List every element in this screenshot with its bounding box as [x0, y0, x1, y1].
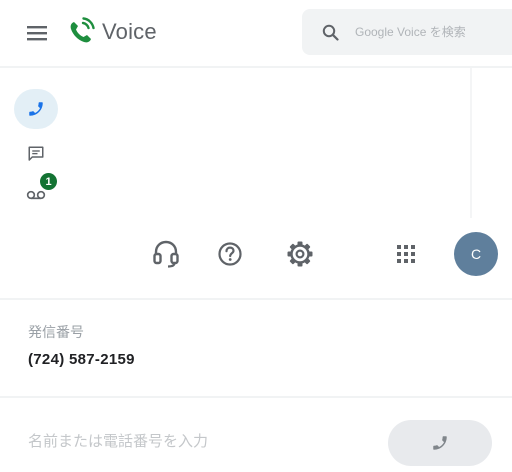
voicemail-badge: 1 — [40, 173, 57, 190]
account-avatar[interactable]: C — [454, 232, 498, 276]
main-menu-button[interactable] — [22, 20, 52, 46]
support-icon — [153, 240, 179, 268]
nav-messages[interactable] — [14, 136, 58, 172]
hamburger-menu-icon — [27, 26, 47, 41]
call-button[interactable] — [388, 420, 492, 466]
voice-logo[interactable]: Voice — [66, 14, 157, 50]
nav-voicemail[interactable]: 1 — [14, 170, 58, 206]
apps-button[interactable] — [386, 234, 426, 274]
nav-calls[interactable] — [14, 89, 58, 129]
settings-button[interactable] — [280, 234, 320, 274]
search-icon — [322, 24, 339, 41]
settings-icon — [287, 241, 313, 267]
phone-icon — [433, 436, 447, 450]
voice-logo-icon — [70, 17, 95, 43]
google-voice-app: Voice 1 — [0, 0, 512, 472]
voicemail-icon — [26, 190, 46, 200]
avatar-initial: C — [470, 246, 482, 262]
app-title: Voice — [102, 19, 157, 44]
search-input[interactable] — [355, 25, 512, 39]
help-icon — [218, 242, 242, 266]
phone-icon — [29, 102, 43, 116]
header-divider — [0, 66, 512, 68]
dial-input[interactable] — [28, 428, 358, 454]
message-icon — [28, 146, 44, 161]
caller-id-divider — [0, 396, 512, 398]
apps-grid-icon — [397, 245, 415, 263]
search-bar[interactable] — [302, 9, 512, 55]
panel-divider — [470, 68, 472, 218]
support-button[interactable] — [146, 234, 186, 274]
caller-id-label: 発信番号 — [28, 324, 84, 340]
help-button[interactable] — [210, 234, 250, 274]
toolbar-divider — [0, 298, 512, 300]
caller-id-number[interactable]: (724) 587-2159 — [28, 351, 135, 368]
